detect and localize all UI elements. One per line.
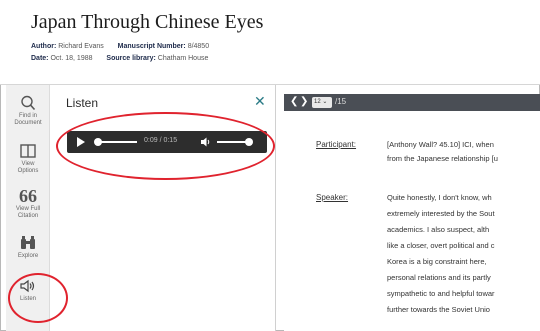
transcript-line: sympathetic to and helpful towar — [387, 289, 495, 298]
meta-row-date: Date: Oct. 18, 1988 Source library: Chat… — [31, 55, 208, 62]
close-icon[interactable]: ✕ — [254, 93, 266, 110]
rail-label-line: Document — [14, 120, 42, 126]
rail-label-line: Listen — [19, 296, 36, 302]
rail-label-line: View Full — [15, 206, 41, 212]
binoculars-icon — [21, 236, 35, 249]
prev-page-button[interactable]: ❮ — [290, 96, 298, 107]
author-value: Richard Evans — [58, 43, 104, 50]
transcript-line: academics. I also suspect, alth — [387, 225, 490, 234]
page-select[interactable]: 12 ⌄ — [312, 97, 332, 108]
seek-bar[interactable] — [101, 141, 137, 143]
transcript-line: like a closer, overt political and c — [387, 241, 495, 250]
rail-explore[interactable]: Explore — [6, 235, 50, 260]
manuscript-value: 8/4850 — [187, 43, 210, 50]
svg-text:66: 66 — [19, 188, 37, 204]
rail-label-line: Find in — [18, 113, 37, 119]
transcript-area: Participant: [Anthony Wall? 45.10] ICI, … — [284, 111, 540, 331]
rail-label-line: Options — [17, 168, 39, 174]
transcript-line: further towards the Soviet Unio — [387, 305, 490, 314]
rail-find-in-document[interactable]: Find in Document — [6, 95, 50, 127]
rail-label-line: Explore — [17, 253, 39, 259]
transcript-line: Korea is a big constraint here, — [387, 257, 487, 266]
source-value: Chatham House — [157, 55, 209, 62]
page-total: /15 — [335, 97, 347, 106]
document-toolbar: ❮ ❯ 12 ⌄ /15 — [284, 94, 540, 111]
participant-label[interactable]: Participant: — [316, 140, 356, 149]
date-value: Oct. 18, 1988 — [50, 55, 93, 62]
volume-handle[interactable] — [245, 138, 253, 146]
duration-time: 0:15 — [163, 137, 178, 144]
transcript-line: extremely interested by the Sout — [387, 209, 495, 218]
speaker-icon — [20, 279, 35, 293]
rail-view-full-citation[interactable]: 66 View Full Citation — [6, 188, 50, 220]
play-icon[interactable] — [77, 137, 85, 147]
author-label: Author: — [31, 43, 57, 50]
rail-label-line: Citation — [17, 213, 39, 219]
transcript-line: personal relations and its partly — [387, 273, 491, 282]
chevron-down-icon: ⌄ — [322, 99, 328, 105]
volume-slider[interactable] — [217, 141, 247, 143]
transcript-line: Quite honestly, I don't know, wh — [387, 193, 492, 202]
time-readout: 0:09 / 0:15 — [144, 137, 177, 144]
date-label: Date: — [31, 55, 49, 62]
source-label: Source library: — [106, 55, 156, 62]
listen-panel: Listen ✕ 0:09 / 0:15 — [50, 85, 276, 331]
view-options-icon — [20, 144, 36, 158]
next-page-button[interactable]: ❯ — [300, 96, 308, 107]
current-time: 0:09 — [144, 137, 158, 144]
rail-label-line: View — [21, 161, 35, 167]
quote-icon: 66 — [19, 188, 37, 204]
speaker-label[interactable]: Speaker: — [316, 193, 348, 202]
page-title: Japan Through Chinese Eyes — [31, 11, 264, 33]
search-icon — [21, 95, 36, 111]
meta-row-author: Author: Richard Evans Manuscript Number:… — [31, 43, 209, 50]
document-header: Japan Through Chinese Eyes Author: Richa… — [0, 0, 540, 85]
page-current: 12 — [314, 99, 321, 105]
transcript-line: [Anthony Wall? 45.10] ICI, when — [387, 140, 494, 149]
volume-icon[interactable] — [200, 136, 212, 148]
listen-panel-title: Listen — [66, 96, 99, 110]
rail-view-options[interactable]: View Options — [6, 143, 50, 175]
transcript-line: from the Japanese relationship [u — [387, 154, 498, 163]
tool-rail: Find in Document View Options 66 View Fu… — [6, 85, 50, 331]
rail-listen[interactable]: Listen — [6, 278, 50, 303]
manuscript-label: Manuscript Number: — [117, 43, 186, 50]
audio-player: 0:09 / 0:15 — [67, 131, 267, 153]
